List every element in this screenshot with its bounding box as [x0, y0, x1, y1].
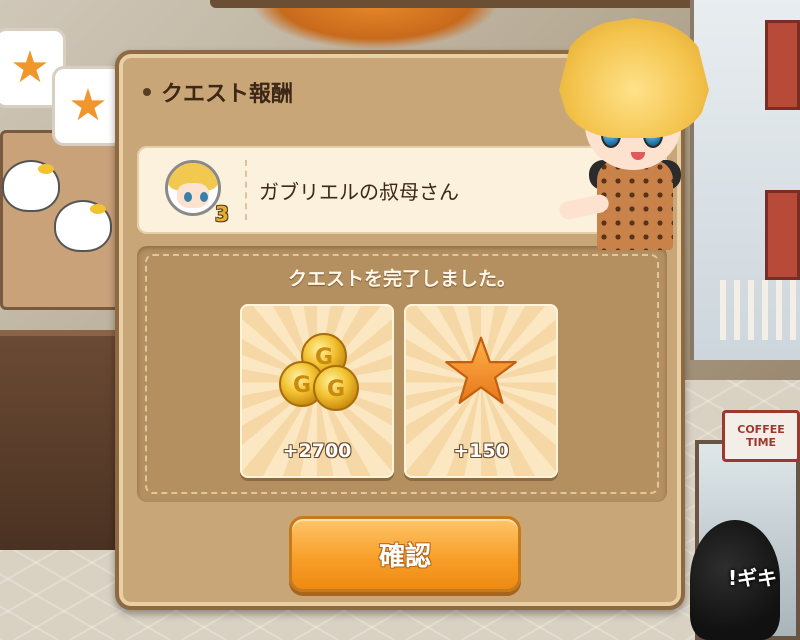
- npc-name: ガブリエルの叔母さん: [259, 180, 459, 204]
- bullet-icon: [143, 88, 151, 96]
- quest-bubble[interactable]: ★: [52, 66, 124, 146]
- gold-coins-icon: G G G: [279, 333, 359, 411]
- confirm-button[interactable]: 確認: [289, 516, 521, 592]
- exp-reward-card: +150: [404, 304, 558, 478]
- completion-message: クエストを完了しました。: [287, 268, 516, 290]
- star-icon: ★: [10, 42, 50, 93]
- gold-amount: +2700: [282, 440, 352, 462]
- gold-reward-card: G G G +2700: [240, 304, 394, 478]
- npc-portrait-icon: [165, 160, 221, 216]
- coin-letter: G: [293, 373, 311, 398]
- window: [765, 20, 800, 110]
- star-icon: ★: [68, 80, 108, 131]
- kitty-figure: [54, 200, 112, 252]
- npc-avatar: 3: [159, 156, 229, 226]
- gabriel-character: [545, 10, 725, 250]
- npc-level-badge: 3: [215, 202, 229, 226]
- top-hud-bar: [210, 0, 770, 8]
- reward-panel: クエストを完了しました。 G G G +2700 +150: [137, 246, 667, 502]
- star-icon: [445, 336, 517, 404]
- divider: [245, 160, 247, 220]
- fence: [720, 280, 800, 340]
- window: [765, 190, 800, 280]
- character-caption: !ギキ: [728, 566, 778, 590]
- coin-letter: G: [327, 377, 345, 402]
- counter: [0, 330, 120, 550]
- coffee-time-sign: COFFEE TIME: [722, 410, 800, 462]
- dialog-title: クエスト報酬: [143, 76, 293, 108]
- exp-amount: +150: [453, 440, 509, 462]
- dialog-title-text: クエスト報酬: [161, 82, 294, 107]
- kitty-figure: [2, 160, 60, 212]
